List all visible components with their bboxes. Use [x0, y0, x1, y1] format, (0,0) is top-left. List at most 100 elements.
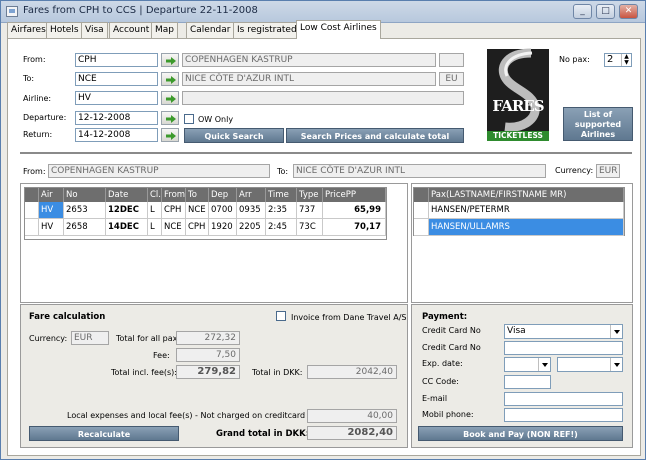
flights-panel: Air No Date Cl. From To Dep Arr Time Typ… — [20, 183, 408, 303]
total-dkk-label: Total in DKK: — [252, 368, 303, 377]
close-button[interactable]: ✕ — [619, 4, 638, 19]
col-class: Cl. — [148, 188, 162, 202]
exp-year-select[interactable] — [557, 357, 623, 372]
to-code-input[interactable]: NCE — [75, 72, 158, 86]
col-time: Time — [266, 188, 297, 202]
tab-low-cost-airlines[interactable]: Low Cost Airlines — [296, 20, 381, 39]
cell-air: HV — [39, 219, 64, 236]
cc-no-input[interactable] — [504, 341, 623, 355]
currency-field: EUR — [596, 164, 620, 178]
spinner-icon[interactable]: ▲ ▼ — [621, 54, 631, 66]
pax-selector-header — [414, 188, 429, 202]
tab-calendar[interactable]: Calendar — [186, 22, 235, 38]
invoice-checkbox[interactable] — [276, 311, 286, 321]
book-and-pay-button[interactable]: Book and Pay (NON REF!) — [418, 426, 623, 441]
invoice-label: Invoice from Dane Travel A/S — [291, 313, 407, 322]
arrow-right-icon — [166, 57, 176, 65]
from-country-field — [439, 53, 464, 67]
col-type: Type — [297, 188, 323, 202]
quick-search-button[interactable]: Quick Search — [184, 128, 284, 143]
col-pax: Pax(LASTNAME/FIRSTNAME MR) — [429, 188, 624, 202]
payment-title: Payment: — [422, 312, 468, 322]
cell-class: L — [148, 202, 162, 219]
cell-price: 70,17 — [323, 219, 386, 236]
payment-panel: Payment: Credit Card No Visa Credit Card… — [411, 304, 633, 448]
tab-account[interactable]: Account — [109, 22, 154, 38]
cell-from: CPH — [162, 202, 186, 219]
recalculate-button[interactable]: Recalculate — [29, 426, 179, 441]
return-calendar-button[interactable] — [161, 128, 179, 142]
col-to: To — [186, 188, 209, 202]
from-lookup-button[interactable] — [161, 53, 179, 67]
no-pax-input[interactable]: 2 ▲ ▼ — [604, 53, 632, 67]
row-selector-header — [25, 188, 39, 202]
col-arr: Arr — [237, 188, 266, 202]
departure-calendar-button[interactable] — [161, 111, 179, 125]
arrow-right-icon — [166, 76, 176, 84]
mobile-input[interactable] — [504, 408, 623, 422]
tab-visa[interactable]: Visa — [81, 22, 108, 38]
cell-type: 737 — [297, 202, 323, 219]
to-country-field: EU — [439, 72, 464, 86]
cell-date: 12DEC — [106, 202, 148, 219]
tab-airfares[interactable]: Airfares — [7, 22, 50, 38]
window-title: Fares from CPH to CCS | Departure 22-11-… — [23, 5, 258, 16]
return-label: Return: — [23, 130, 53, 139]
exp-month-select[interactable] — [504, 357, 551, 372]
airline-name-field — [182, 91, 464, 105]
col-no: No — [64, 188, 106, 202]
email-input[interactable] — [504, 392, 623, 406]
col-air: Air — [39, 188, 64, 202]
main-panel: From: CPH COPENHAGEN KASTRUP To: NCE NIC… — [7, 38, 641, 456]
tab-hotels[interactable]: Hotels — [46, 22, 83, 38]
route-from-field: COPENHAGEN KASTRUP — [48, 164, 270, 178]
cc-no-label: Credit Card No — [422, 343, 481, 352]
ow-only-checkbox[interactable] — [184, 114, 194, 124]
fee-field: 7,50 — [176, 348, 240, 362]
cell-date: 14DEC — [106, 219, 148, 236]
total-all-pax-label: Total for all pax: — [116, 334, 181, 343]
row-selector[interactable] — [25, 219, 39, 236]
row-selector[interactable] — [25, 202, 39, 219]
maximize-button[interactable]: □ — [596, 4, 615, 19]
pax-row-selector[interactable] — [414, 202, 429, 219]
chevron-down-icon — [610, 358, 622, 371]
no-pax-value: 2 — [607, 54, 614, 65]
tab-map[interactable]: Map — [151, 22, 178, 38]
logo-text: FARES — [492, 97, 544, 115]
pax-row[interactable]: HANSEN/PETERMR — [429, 202, 624, 219]
grand-total-field: 2082,40 — [307, 426, 397, 440]
cell-class: L — [148, 219, 162, 236]
to-label: To: — [23, 74, 35, 83]
search-prices-button[interactable]: Search Prices and calculate total — [286, 128, 464, 143]
airline-code-input[interactable]: HV — [75, 91, 158, 105]
cell-time: 2:45 — [266, 219, 297, 236]
tab-is-registrated[interactable]: Is registrated! — [233, 22, 305, 38]
return-date-input[interactable]: 14-12-2008 — [75, 128, 158, 142]
cell-from: NCE — [162, 219, 186, 236]
departure-date-input[interactable]: 12-12-2008 — [75, 111, 158, 125]
from-code-input[interactable]: CPH — [75, 53, 158, 67]
exp-date-label: Exp. date: — [422, 359, 463, 368]
pax-panel: Pax(LASTNAME/FIRSTNAME MR) HANSEN/PETERM… — [411, 183, 633, 303]
to-lookup-button[interactable] — [161, 72, 179, 86]
chevron-down-icon — [610, 325, 622, 338]
cell-to: NCE — [186, 202, 209, 219]
local-expenses-field[interactable]: 40,00 — [307, 409, 397, 423]
pax-row-selector[interactable] — [414, 219, 429, 236]
supported-airlines-button[interactable]: List of supported Airlines — [563, 107, 633, 141]
pax-row[interactable]: HANSEN/ULLAMRS — [429, 219, 624, 236]
minimize-button[interactable]: _ — [573, 4, 592, 19]
app-icon — [6, 6, 18, 17]
cc-type-select[interactable]: Visa — [504, 324, 623, 339]
cell-time: 2:35 — [266, 202, 297, 219]
divider — [20, 152, 632, 154]
to-name-field: NICE CÔTE D'AZUR INTL — [182, 72, 436, 86]
cell-dep: 0700 — [209, 202, 237, 219]
cell-dep: 1920 — [209, 219, 237, 236]
departure-label: Departure: — [23, 113, 67, 122]
airline-lookup-button[interactable] — [161, 91, 179, 105]
cc-code-input[interactable] — [504, 375, 551, 389]
route-to-field: NICE CÔTE D'AZUR INTL — [293, 164, 546, 178]
cc-code-label: CC Code: — [422, 377, 459, 386]
